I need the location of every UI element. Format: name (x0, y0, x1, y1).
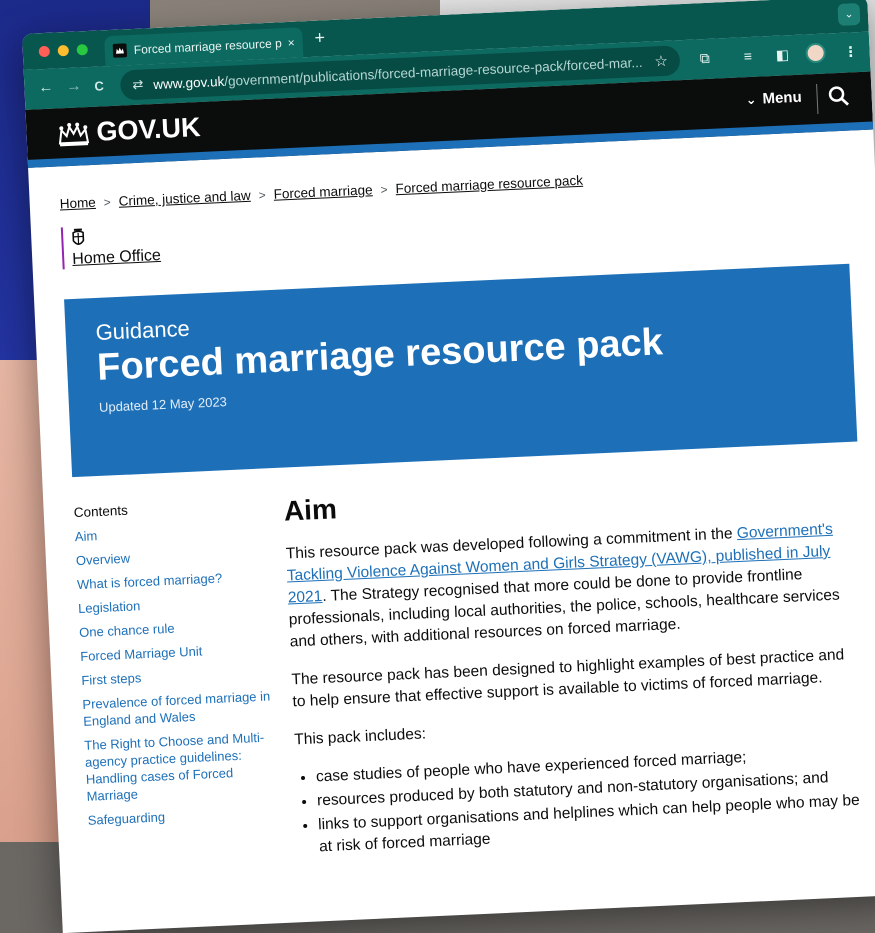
govuk-favicon-icon (113, 43, 128, 58)
menu-label: Menu (762, 89, 802, 108)
extensions-icon[interactable]: ⧉ (699, 50, 710, 67)
chevron-down-icon: ⌄ (745, 92, 757, 107)
contents-item-legislation[interactable]: Legislation (78, 591, 275, 617)
close-window-button[interactable] (39, 46, 50, 57)
article-paragraph-2: The resource pack has been designed to h… (291, 644, 858, 714)
page-body: Contents Aim Overview What is forced mar… (73, 469, 875, 870)
breadcrumb-resource-pack[interactable]: Forced marriage resource pack (395, 173, 583, 196)
contents-title: Contents (73, 496, 269, 520)
forward-button[interactable]: → (66, 77, 82, 95)
contents-item-safeguarding[interactable]: Safeguarding (87, 803, 284, 829)
bookmark-star-icon[interactable]: ☆ (654, 52, 668, 71)
contents-item-right-to-choose[interactable]: The Right to Choose and Multi-agency pra… (84, 728, 283, 805)
browser-menu-icon[interactable]: ⋮ (843, 43, 858, 61)
govuk-logo-text: GOV.UK (96, 112, 201, 148)
side-panel-icon[interactable]: ◧ (775, 46, 789, 64)
reading-list-icon[interactable]: ≡ (743, 48, 752, 64)
tab-title: Forced marriage resource pac (134, 36, 282, 57)
breadcrumb-separator: > (380, 182, 388, 196)
back-button[interactable]: ← (38, 79, 54, 97)
breadcrumb-separator: > (258, 188, 266, 202)
url-path: /government/publications/forced-marriage… (224, 54, 643, 88)
contents-item-what-is-forced-marriage[interactable]: What is forced marriage? (77, 567, 274, 593)
contents-item-forced-marriage-unit[interactable]: Forced Marriage Unit (80, 639, 277, 665)
tab-close-icon[interactable]: × (287, 36, 295, 50)
breadcrumb-home[interactable]: Home (59, 195, 96, 212)
breadcrumb-crime-justice-law[interactable]: Crime, justice and law (118, 188, 251, 209)
section-heading-aim: Aim (283, 470, 850, 528)
profile-avatar[interactable] (805, 43, 826, 64)
maximize-window-button[interactable] (77, 44, 88, 55)
menu-button[interactable]: ⌄ Menu (731, 89, 802, 109)
royal-coat-of-arms-icon (71, 226, 86, 251)
breadcrumb-forced-marriage[interactable]: Forced marriage (273, 182, 373, 201)
article: Aim This resource pack was developed fol… (269, 469, 875, 861)
search-icon[interactable] (827, 85, 850, 108)
breadcrumb-separator: > (103, 195, 111, 209)
reload-button[interactable]: C (94, 78, 104, 93)
contents-item-overview[interactable]: Overview (76, 543, 273, 569)
govuk-logo[interactable]: GOV.UK (56, 112, 201, 150)
url-host: www.gov.uk (153, 73, 225, 91)
minimize-window-button[interactable] (58, 45, 69, 56)
organisation-link[interactable]: Home Office (72, 247, 161, 268)
browser-window: Forced marriage resource pac × + ⌄ ← → C… (22, 0, 875, 933)
contents-item-prevalence[interactable]: Prevalence of forced marriage in England… (82, 687, 279, 730)
crown-icon (56, 120, 91, 148)
tab-search-button[interactable]: ⌄ (837, 3, 860, 26)
contents-list: Contents Aim Overview What is forced mar… (73, 496, 285, 871)
article-paragraph-1: This resource pack was developed followi… (285, 518, 855, 654)
title-banner: Guidance Forced marriage resource pack U… (64, 264, 857, 477)
contents-item-first-steps[interactable]: First steps (81, 663, 278, 689)
contents-item-aim[interactable]: Aim (74, 519, 271, 545)
header-divider (816, 84, 818, 114)
contents-item-one-chance-rule[interactable]: One chance rule (79, 615, 276, 641)
page-content: Home > Crime, justice and law > Forced m… (29, 159, 875, 872)
article-paragraph-3: This pack includes: (294, 704, 860, 752)
window-controls (39, 44, 88, 57)
new-tab-button[interactable]: + (314, 27, 325, 48)
site-info-icon[interactable]: ⇄ (132, 77, 144, 93)
